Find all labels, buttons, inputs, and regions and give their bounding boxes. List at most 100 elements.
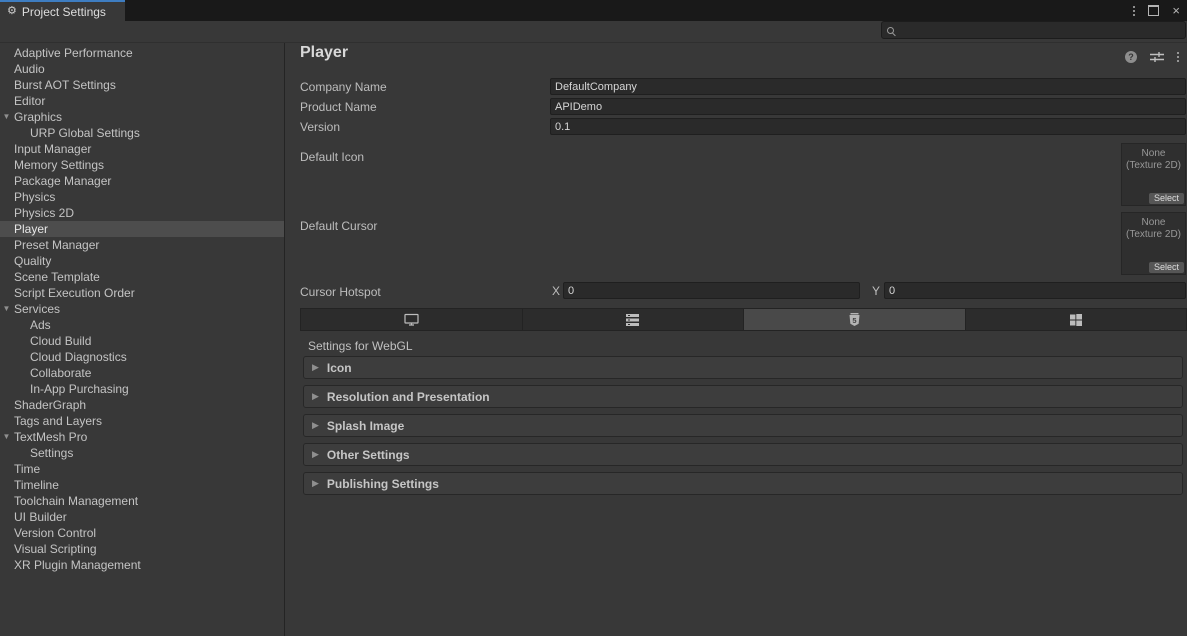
- search-input[interactable]: [898, 24, 1185, 36]
- html5-icon: 5: [849, 313, 860, 327]
- default-icon-label: Default Icon: [300, 150, 364, 164]
- monitor-icon: [404, 313, 419, 326]
- foldout-collapsed-icon[interactable]: ▶: [312, 479, 319, 488]
- toolbar: [0, 21, 1187, 43]
- close-icon[interactable]: ×: [1172, 4, 1180, 17]
- texture-none-text: None (Texture 2D): [1122, 148, 1185, 172]
- sidebar-item-in-app-purchasing[interactable]: In-App Purchasing: [0, 381, 284, 397]
- titlebar: ⚙ Project Settings ×: [0, 0, 1187, 21]
- sidebar-item-urp-global-settings[interactable]: URP Global Settings: [0, 125, 284, 141]
- section-other-settings[interactable]: ▶Other Settings: [303, 443, 1183, 466]
- version-input[interactable]: [550, 118, 1186, 135]
- product-name-input[interactable]: [550, 98, 1186, 115]
- sidebar-item-label: Scene Template: [14, 270, 100, 284]
- sidebar-item-player[interactable]: Player: [0, 221, 284, 237]
- company-name-label: Company Name: [300, 80, 387, 94]
- sidebar-item-adaptive-performance[interactable]: Adaptive Performance: [0, 45, 284, 61]
- hotspot-y-input[interactable]: [884, 282, 1186, 299]
- search-icon: [887, 27, 894, 34]
- sidebar-item-visual-scripting[interactable]: Visual Scripting: [0, 541, 284, 557]
- section-publishing-settings[interactable]: ▶Publishing Settings: [303, 472, 1183, 495]
- sidebar-item-package-manager[interactable]: Package Manager: [0, 173, 284, 189]
- platform-tab-uwp[interactable]: [966, 309, 1187, 330]
- section-label: Splash Image: [327, 419, 404, 433]
- sidebar-item-scene-template[interactable]: Scene Template: [0, 269, 284, 285]
- foldout-collapsed-icon[interactable]: ▶: [312, 421, 319, 430]
- presets-icon[interactable]: [1150, 51, 1164, 63]
- sidebar-item-label: Player: [14, 222, 48, 236]
- sidebar-item-toolchain-management[interactable]: Toolchain Management: [0, 493, 284, 509]
- foldout-collapsed-icon[interactable]: ▶: [312, 450, 319, 459]
- sidebar-item-quality[interactable]: Quality: [0, 253, 284, 269]
- panel-menu-icon[interactable]: [1177, 52, 1179, 62]
- default-icon-select-button[interactable]: Select: [1149, 193, 1184, 204]
- sidebar-item-cloud-diagnostics[interactable]: Cloud Diagnostics: [0, 349, 284, 365]
- sidebar-item-version-control[interactable]: Version Control: [0, 525, 284, 541]
- sidebar-item-ui-builder[interactable]: UI Builder: [0, 509, 284, 525]
- sidebar-item-label: ShaderGraph: [14, 398, 86, 412]
- hotspot-x-input[interactable]: [563, 282, 860, 299]
- help-icon[interactable]: ?: [1125, 51, 1137, 63]
- sidebar-item-ads[interactable]: Ads: [0, 317, 284, 333]
- sidebar-item-xr-plugin-management[interactable]: XR Plugin Management: [0, 557, 284, 573]
- platform-tab-dedicated-server[interactable]: [523, 309, 745, 330]
- sidebar-item-editor[interactable]: Editor: [0, 93, 284, 109]
- platform-tab-standalone[interactable]: [301, 309, 523, 330]
- sidebar-item-label: Editor: [14, 94, 45, 108]
- sidebar-item-label: Version Control: [14, 526, 96, 540]
- foldout-collapsed-icon[interactable]: ▶: [312, 363, 319, 372]
- svg-text:5: 5: [852, 316, 856, 325]
- sidebar-item-burst-aot-settings[interactable]: Burst AOT Settings: [0, 77, 284, 93]
- sidebar-item-label: Physics 2D: [14, 206, 74, 220]
- settings-sections: ▶ Icon ▶ Resolution and Presentation ▶ Splash…: [303, 356, 1183, 501]
- search-box[interactable]: [881, 21, 1186, 39]
- section-label: Resolution and Presentation: [327, 390, 490, 404]
- sidebar-item-audio[interactable]: Audio: [0, 61, 284, 77]
- foldout-expanded-icon[interactable]: ▼: [1, 301, 12, 317]
- sidebar-item-label: Burst AOT Settings: [14, 78, 116, 92]
- sidebar-item-services[interactable]: ▼Services: [0, 301, 284, 317]
- default-icon-texture-box[interactable]: None (Texture 2D) Select: [1121, 143, 1186, 206]
- sidebar-item-physics[interactable]: Physics: [0, 189, 284, 205]
- section-splash-image[interactable]: ▶ Splash Image: [303, 414, 1183, 437]
- section-icon[interactable]: ▶ Icon: [303, 356, 1183, 379]
- sidebar-item-cloud-build[interactable]: Cloud Build: [0, 333, 284, 349]
- section-label: Icon: [327, 361, 352, 375]
- window-menu-icon[interactable]: [1133, 6, 1135, 16]
- foldout-expanded-icon[interactable]: ▼: [1, 429, 12, 445]
- sidebar-item-label: Preset Manager: [14, 238, 99, 252]
- default-cursor-label: Default Cursor: [300, 219, 377, 233]
- settings-for-label: Settings for WebGL: [308, 339, 413, 353]
- platform-tab-bar: 5: [300, 308, 1187, 331]
- sidebar-item-preset-manager[interactable]: Preset Manager: [0, 237, 284, 253]
- sidebar-item-tags-and-layers[interactable]: Tags and Layers: [0, 413, 284, 429]
- sidebar-item-label: TextMesh Pro: [14, 430, 87, 444]
- sidebar-item-time[interactable]: Time: [0, 461, 284, 477]
- sidebar-item-graphics[interactable]: ▼Graphics: [0, 109, 284, 125]
- sidebar-item-script-execution-order[interactable]: Script Execution Order: [0, 285, 284, 301]
- settings-category-list: Adaptive PerformanceAudioBurst AOT Setti…: [0, 43, 285, 636]
- sidebar-item-label: Visual Scripting: [14, 542, 97, 556]
- foldout-expanded-icon[interactable]: ▼: [1, 109, 12, 125]
- sidebar-item-textmesh-pro[interactable]: ▼TextMesh Pro: [0, 429, 284, 445]
- section-resolution-and-presentation[interactable]: ▶ Resolution and Presentation: [303, 385, 1183, 408]
- sidebar-item-shadergraph[interactable]: ShaderGraph: [0, 397, 284, 413]
- server-icon: [626, 314, 639, 326]
- sidebar-item-settings[interactable]: Settings: [0, 445, 284, 461]
- default-cursor-texture-box[interactable]: None (Texture 2D) Select: [1121, 212, 1186, 275]
- project-settings-tab[interactable]: ⚙ Project Settings: [0, 0, 125, 21]
- sidebar-item-physics-2d[interactable]: Physics 2D: [0, 205, 284, 221]
- company-name-input[interactable]: [550, 78, 1186, 95]
- sidebar-item-label: Collaborate: [30, 366, 91, 380]
- sidebar-item-input-manager[interactable]: Input Manager: [0, 141, 284, 157]
- foldout-collapsed-icon[interactable]: ▶: [312, 392, 319, 401]
- sidebar-item-collaborate[interactable]: Collaborate: [0, 365, 284, 381]
- maximize-icon[interactable]: [1148, 5, 1159, 16]
- sidebar-item-timeline[interactable]: Timeline: [0, 477, 284, 493]
- version-label: Version: [300, 120, 340, 134]
- sidebar-item-memory-settings[interactable]: Memory Settings: [0, 157, 284, 173]
- platform-tab-webgl[interactable]: 5: [744, 309, 966, 330]
- default-cursor-select-button[interactable]: Select: [1149, 262, 1184, 273]
- sidebar-item-label: Settings: [30, 446, 73, 460]
- sidebar-item-label: Graphics: [14, 110, 62, 124]
